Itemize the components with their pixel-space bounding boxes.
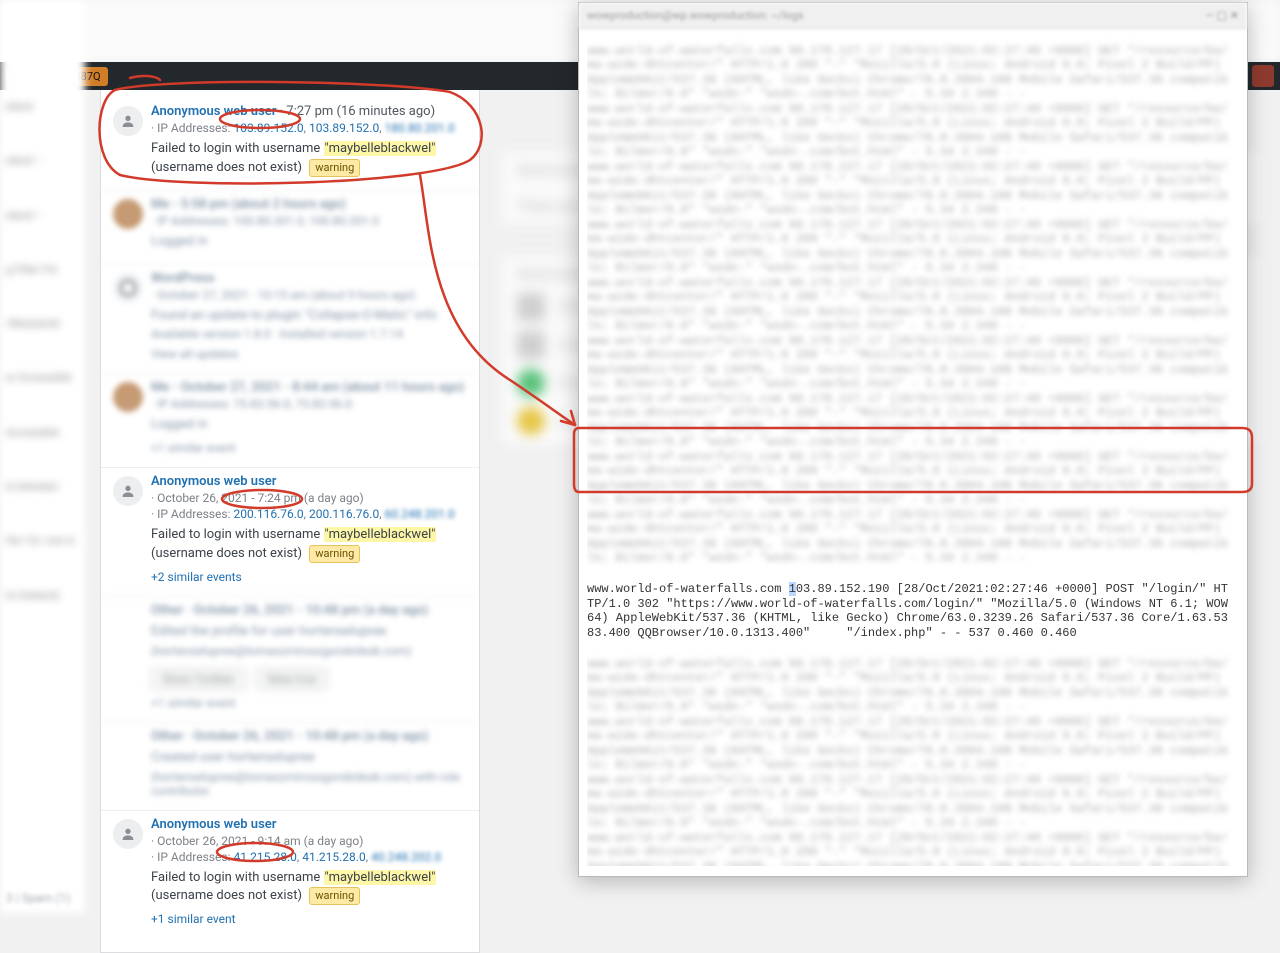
log-line-blurred: www.world-of-waterfalls.com 98.170.127.1… [587, 44, 1228, 566]
log-user[interactable]: Anonymous web user · 7:27 pm (16 minutes… [151, 104, 465, 119]
log-user[interactable]: Anonymous web user [151, 474, 465, 489]
sidebar-text: eland – [6, 209, 79, 223]
log-entry-blurred[interactable]: Me - October 27, 2021 - 8:44 am (about 1… [101, 373, 479, 467]
log-line-blurred: www.world-of-waterfalls.com 98.170.127.1… [587, 657, 1228, 867]
avatar-user [113, 199, 143, 229]
avatar-anon-icon [113, 106, 143, 136]
log-time: · October 26, 2021 - 7:24 pm (a day ago) [151, 491, 465, 505]
similar-events-link[interactable]: +1 similar event [151, 912, 465, 926]
log-message: Failed to login with username "maybelleb… [151, 526, 465, 564]
left-sidebar-blur: eland eland – eland – g Filter For /Mary… [0, 0, 85, 913]
log-time: · October 26, 2021 - 9:14 am (a day ago) [151, 834, 465, 848]
log-message: Failed to login with username "maybelleb… [151, 869, 465, 907]
warning-tag: warning [309, 545, 360, 563]
log-line-highlighted: www.world-of-waterfalls.com 103.89.152.1… [587, 582, 1233, 640]
log-user[interactable]: Anonymous web user [151, 817, 465, 832]
sidebar-text: eland – [6, 154, 79, 168]
log-entry-blurred[interactable]: Other · October 26, 2021 - 10:48 pm (a d… [101, 596, 479, 722]
avatar-top-right[interactable] [1252, 65, 1274, 87]
log-entry-blurred[interactable]: Me - 5:58 pm (about 2 hours ago) · IP Ad… [101, 190, 479, 264]
sidebar-text: ls between [6, 480, 79, 494]
log-entry[interactable]: Anonymous web user · 7:27 pm (16 minutes… [101, 98, 479, 190]
log-entry[interactable]: Anonymous web user · October 26, 2021 - … [101, 467, 479, 596]
ip-link[interactable]: 41.215.28.0 [302, 850, 365, 864]
ip-link[interactable]: 200.116.76.0 [233, 507, 303, 521]
ip-link[interactable]: 103.89.152.0 [309, 121, 379, 135]
window-buttons[interactable]: — ▢ ✕ [1205, 9, 1239, 22]
log-entry-blurred[interactable]: WordPress · October 27, 2021 - 10:15 am … [101, 264, 479, 374]
warning-tag: warning [309, 887, 360, 905]
log-message: Failed to login with username "maybelleb… [151, 140, 465, 178]
server-log-window[interactable]: wowproduction@wp.wowproduction: ~/logs —… [578, 2, 1248, 877]
log-window-title: wowproduction@wp.wowproduction: ~/logs [587, 9, 803, 22]
sidebar-text: the 1st. one is [6, 534, 79, 548]
ip-link[interactable]: 200.116.76.0 [309, 507, 379, 521]
sidebar-text: er Accessible [6, 371, 79, 385]
sidebar-text: /Maryland) [6, 317, 79, 331]
ip-link[interactable]: 41.215.28.0 [233, 850, 296, 864]
avatar-wp-icon [113, 273, 143, 303]
log-window-body[interactable]: www.world-of-waterfalls.com 98.170.127.1… [587, 29, 1233, 866]
log-ip-line: · IP Addresses: 103.89.152.0, 103.89.152… [151, 121, 465, 135]
log-ip-line: · IP Addresses: 200.116.76.0, 200.116.76… [151, 507, 465, 521]
sidebar-text: g Filter For [6, 263, 79, 277]
log-ip-line: · IP Addresses: 41.215.28.0, 41.215.28.0… [151, 850, 465, 864]
footer-spam-line: 3 | Spam (1) [0, 891, 71, 905]
log-entry[interactable]: Anonymous web user · October 26, 2021 - … [101, 810, 479, 939]
avatar-anon-icon [113, 819, 143, 849]
sidebar-text: Accessible [6, 426, 79, 440]
sidebar-text: eland [6, 100, 79, 114]
similar-events-link[interactable]: +2 similar events [151, 570, 465, 584]
avatar-anon-icon [113, 476, 143, 506]
log-window-titlebar[interactable]: wowproduction@wp.wowproduction: ~/logs —… [579, 3, 1247, 29]
sidebar-text: to (Ireland) [6, 589, 79, 603]
warning-tag: warning [309, 159, 360, 177]
ip-link[interactable]: 103.89.152.0 [233, 121, 303, 135]
activity-log-panel: Anonymous web user · 7:27 pm (16 minutes… [100, 90, 480, 953]
avatar-user [113, 382, 143, 412]
log-entry-blurred[interactable]: Other · October 26, 2021 - 10:48 pm (a d… [101, 722, 479, 810]
